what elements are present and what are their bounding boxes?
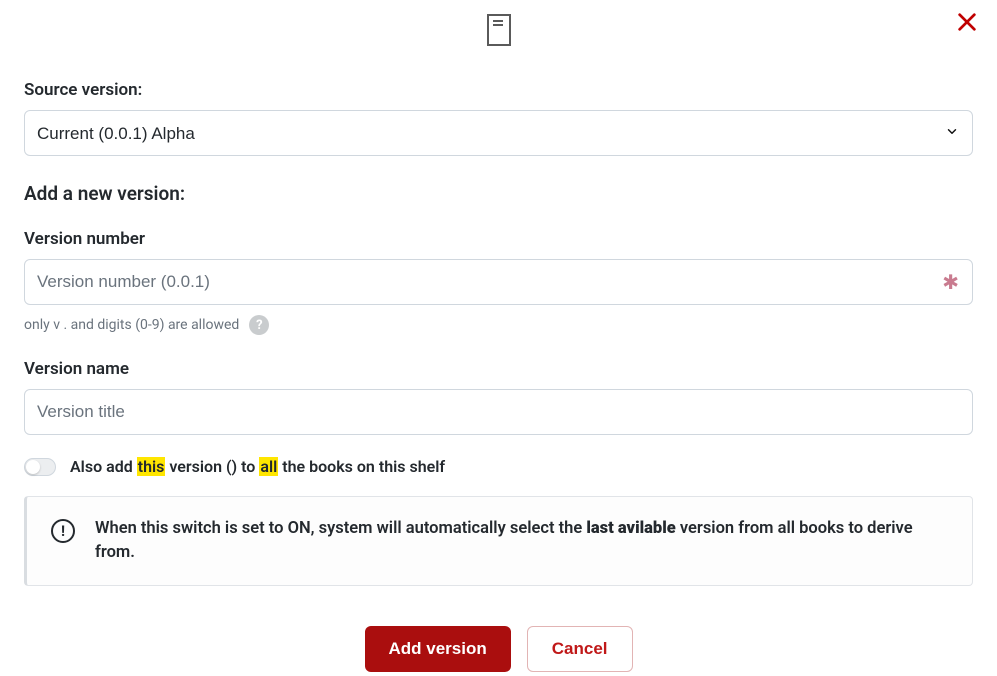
version-number-input[interactable]	[24, 259, 973, 305]
document-icon	[487, 14, 511, 46]
apply-to-all-label: Also add this version () to all the book…	[70, 457, 445, 476]
close-button[interactable]	[953, 8, 981, 36]
help-icon[interactable]: ?	[249, 315, 269, 335]
apply-to-all-toggle[interactable]	[24, 458, 56, 476]
version-name-label: Version name	[24, 359, 973, 379]
version-number-label: Version number	[24, 229, 973, 249]
source-version-select[interactable]: Current (0.0.1) Alpha	[24, 110, 973, 156]
add-version-button[interactable]: Add version	[365, 626, 511, 672]
version-name-input[interactable]	[24, 389, 973, 435]
cancel-button[interactable]: Cancel	[527, 626, 633, 672]
add-new-version-heading: Add a new version:	[24, 182, 973, 205]
close-icon	[956, 11, 978, 33]
required-asterisk-icon: ✱	[942, 270, 959, 294]
version-number-helper: only v . and digits (0-9) are allowed	[24, 317, 239, 333]
info-icon: !	[51, 519, 75, 543]
info-text: When this switch is set to ON, system wi…	[95, 517, 948, 565]
source-version-label: Source version:	[24, 80, 973, 100]
info-panel: ! When this switch is set to ON, system …	[24, 496, 973, 586]
